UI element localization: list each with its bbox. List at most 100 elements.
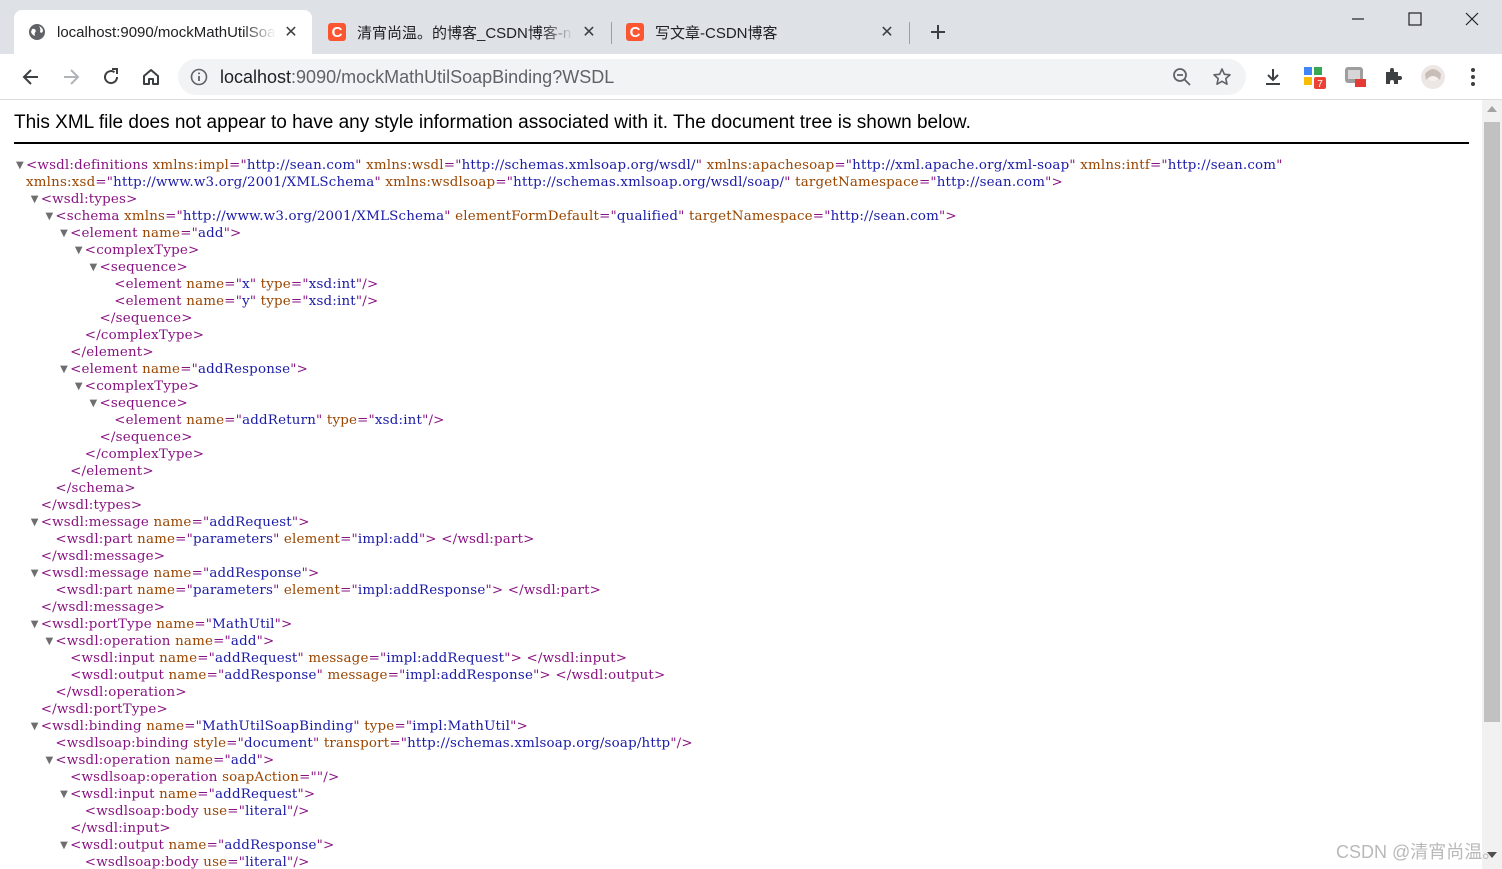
xml-token: ">	[316, 838, 335, 853]
xml-token: xmlns:wsdlsoap	[385, 175, 496, 190]
xml-token: MathUtil	[212, 617, 275, 632]
xml-token: ">	[256, 753, 275, 768]
collapse-triangle-icon[interactable]: ▼	[29, 565, 41, 582]
xml-line-gutter	[73, 803, 85, 820]
xml-token: use	[203, 804, 228, 819]
xml-line: </sequence>	[14, 429, 1283, 446]
xml-token: <element	[114, 413, 182, 428]
xml-token: type	[326, 413, 358, 428]
xml-token: y	[242, 294, 250, 309]
xml-token: ="	[834, 158, 853, 173]
xml-token: qualified	[616, 209, 679, 224]
collapse-triangle-icon[interactable]: ▼	[58, 837, 70, 854]
collapse-triangle-icon[interactable]: ▼	[58, 361, 70, 378]
back-button[interactable]	[16, 62, 46, 92]
xml-token: addResponse	[197, 362, 291, 377]
address-bar[interactable]: localhost:9090/mockMathUtilSoapBinding?W…	[178, 59, 1246, 95]
xml-line: ▼ <sequence>	[14, 259, 1283, 276]
collapse-triangle-icon[interactable]: ▼	[29, 616, 41, 633]
xml-token: name	[153, 515, 192, 530]
collapse-triangle-icon[interactable]: ▼	[43, 208, 55, 225]
xml-token: =""/>	[299, 770, 340, 785]
collapse-triangle-icon[interactable]: ▼	[29, 514, 41, 531]
xml-line-gutter	[29, 701, 41, 718]
scrollbar-thumb[interactable]	[1484, 122, 1500, 722]
collapse-triangle-icon[interactable]: ▼	[43, 633, 55, 650]
xml-token: ="	[194, 617, 213, 632]
xml-token: ="	[165, 209, 183, 224]
xml-line: <wsdl:input name =" addRequest " message =" i…	[14, 650, 1283, 667]
xml-token: </element>	[70, 345, 154, 360]
forward-button[interactable]	[56, 62, 86, 92]
tab-title: 写文章-CSDN博客	[655, 24, 778, 42]
xml-token: add	[230, 753, 257, 768]
csdn-icon: C	[626, 23, 644, 41]
xml-token: parameters	[192, 583, 274, 598]
xml-line: <wsdl:part name =" parameters " element =" im…	[14, 531, 1283, 548]
xml-token: ="	[224, 294, 243, 309]
home-button[interactable]	[136, 62, 166, 92]
arrow-right-icon	[64, 69, 80, 85]
collapse-triangle-icon[interactable]: ▼	[29, 191, 41, 208]
collapse-triangle-icon[interactable]: ▼	[58, 786, 70, 803]
xml-token: "/>	[355, 294, 379, 309]
url-text[interactable]: localhost:9090/mockMathUtilSoapBinding?W…	[220, 67, 614, 88]
tab-title: 清宵尚温。的博客_CSDN博客-n	[357, 24, 572, 42]
profile-button[interactable]	[1418, 62, 1448, 92]
close-window-button[interactable]	[1444, 0, 1500, 38]
xml-token: name	[137, 583, 176, 598]
close-tab-icon[interactable]: ✕	[580, 23, 598, 41]
collapse-triangle-icon[interactable]: ▼	[43, 752, 55, 769]
browser-menu-button[interactable]	[1458, 62, 1488, 92]
tab-write-article[interactable]: C 写文章-CSDN博客 ✕	[612, 10, 908, 54]
xml-token: http://xml.apache.org/xml-soap	[852, 158, 1070, 173]
zoom-icon[interactable]	[1172, 67, 1192, 87]
collapse-triangle-icon[interactable]: ▼	[14, 157, 26, 174]
collapse-triangle-icon[interactable]: ▼	[73, 242, 85, 259]
xml-token: ="	[175, 583, 193, 598]
xml-token: addRequest	[214, 787, 298, 802]
xml-token: ="	[290, 277, 309, 292]
close-tab-icon[interactable]: ✕	[878, 23, 896, 41]
xml-token: <wsdlsoap:body	[84, 804, 199, 819]
download-button[interactable]	[1258, 62, 1288, 92]
tab-csdn-blog[interactable]: C 清宵尚温。的博客_CSDN博客-n ✕	[314, 10, 610, 54]
extensions-menu-button[interactable]	[1378, 62, 1408, 92]
xml-token: use	[203, 855, 228, 869]
xml-token: ="	[599, 209, 617, 224]
xml-line: ▼ <element name =" addResponse ">	[14, 361, 1283, 378]
star-icon[interactable]	[1212, 67, 1232, 87]
extension-button[interactable]	[1340, 62, 1370, 92]
collapse-triangle-icon[interactable]: ▼	[88, 259, 100, 276]
minimize-button[interactable]	[1330, 0, 1386, 38]
xml-line-gutter	[102, 276, 114, 293]
xml-token: </schema>	[55, 481, 136, 496]
info-icon[interactable]	[190, 68, 208, 86]
tab-localhost-wsdl[interactable]: localhost:9090/mockMathUtilSoapBinding?W…	[14, 10, 312, 54]
reload-icon	[104, 68, 119, 85]
xml-token: ="	[1150, 158, 1168, 173]
xml-line-gutter	[29, 599, 41, 616]
xml-token: addResponse	[224, 668, 317, 683]
close-tab-icon[interactable]: ✕	[282, 23, 300, 41]
extension-grid-button[interactable]: 7	[1300, 62, 1330, 92]
xml-line-gutter	[43, 684, 55, 701]
xml-token: impl:addRequest	[386, 651, 505, 666]
xml-token: ="	[197, 651, 215, 666]
xml-token: ="	[394, 719, 413, 734]
xml-token: <sequence>	[99, 396, 188, 411]
xml-line-gutter	[58, 650, 70, 667]
maximize-button[interactable]	[1387, 0, 1443, 38]
collapse-triangle-icon[interactable]: ▼	[73, 378, 85, 395]
xml-token: <wsdlsoap:operation	[70, 770, 218, 785]
collapse-triangle-icon[interactable]: ▼	[58, 225, 70, 242]
vertical-scrollbar[interactable]	[1482, 100, 1502, 869]
xml-token: literal	[245, 855, 288, 869]
xml-line-gutter	[73, 854, 85, 869]
xml-token: xmlns:wsdl	[366, 158, 444, 173]
collapse-triangle-icon[interactable]: ▼	[29, 718, 41, 735]
new-tab-button[interactable]	[924, 18, 952, 46]
collapse-triangle-icon[interactable]: ▼	[88, 395, 100, 412]
scroll-up-arrow-icon[interactable]	[1487, 106, 1497, 112]
reload-button[interactable]	[96, 62, 126, 92]
